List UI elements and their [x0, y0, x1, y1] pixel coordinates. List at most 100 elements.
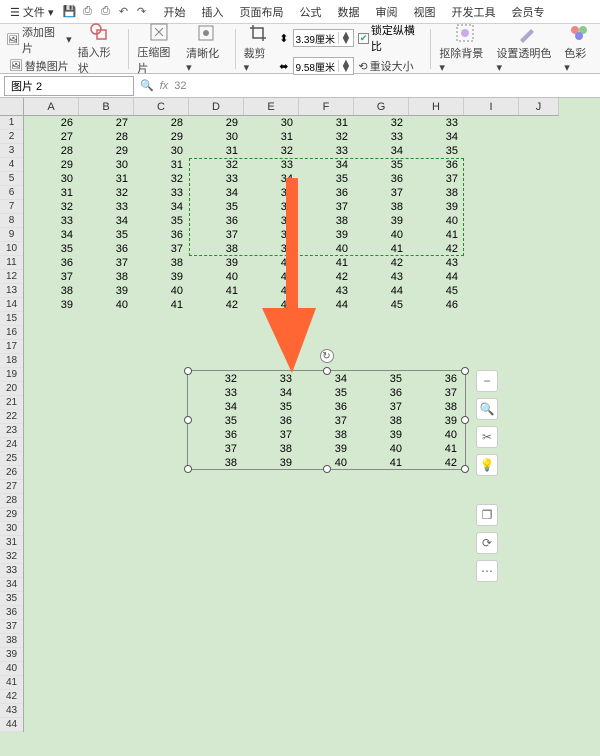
- row-header[interactable]: 6: [0, 186, 23, 200]
- cell[interactable]: [409, 522, 464, 536]
- cell[interactable]: [409, 676, 464, 690]
- cell[interactable]: [464, 116, 519, 130]
- cell[interactable]: [464, 340, 519, 354]
- cell[interactable]: 35: [79, 228, 134, 242]
- cell[interactable]: 28: [79, 130, 134, 144]
- row-header[interactable]: 43: [0, 704, 23, 718]
- cell[interactable]: 45: [354, 298, 409, 312]
- row-header[interactable]: 7: [0, 200, 23, 214]
- handle-tm[interactable]: [323, 367, 331, 375]
- cell[interactable]: [299, 564, 354, 578]
- tab-start[interactable]: 开始: [160, 2, 190, 22]
- cell[interactable]: [464, 270, 519, 284]
- cell[interactable]: 40: [299, 242, 354, 256]
- cell[interactable]: [519, 648, 574, 662]
- cell[interactable]: [299, 536, 354, 550]
- row-header[interactable]: 34: [0, 578, 23, 592]
- cell[interactable]: [244, 606, 299, 620]
- cell[interactable]: [24, 438, 79, 452]
- cell[interactable]: [464, 242, 519, 256]
- cell[interactable]: [24, 606, 79, 620]
- cell[interactable]: 28: [24, 144, 79, 158]
- cell[interactable]: [464, 312, 519, 326]
- cell[interactable]: [79, 312, 134, 326]
- cell[interactable]: [464, 592, 519, 606]
- cell[interactable]: [519, 368, 574, 382]
- cell[interactable]: [134, 634, 189, 648]
- handle-tl[interactable]: [184, 367, 192, 375]
- handle-mr[interactable]: [461, 416, 469, 424]
- cell[interactable]: 35: [189, 200, 244, 214]
- cell[interactable]: [189, 578, 244, 592]
- cell[interactable]: [519, 690, 574, 704]
- cell[interactable]: [519, 452, 574, 466]
- row-header[interactable]: 36: [0, 606, 23, 620]
- cell[interactable]: [244, 648, 299, 662]
- cell[interactable]: [409, 354, 464, 368]
- cell[interactable]: [519, 284, 574, 298]
- zoom-fx-icon[interactable]: 🔍: [140, 79, 154, 92]
- cell[interactable]: 36: [244, 200, 299, 214]
- cell[interactable]: [189, 508, 244, 522]
- cell[interactable]: [189, 634, 244, 648]
- cell[interactable]: [24, 676, 79, 690]
- row-header[interactable]: 23: [0, 424, 23, 438]
- cell[interactable]: 35: [409, 144, 464, 158]
- cell[interactable]: [244, 690, 299, 704]
- cell[interactable]: 35: [24, 242, 79, 256]
- cell[interactable]: 39: [189, 256, 244, 270]
- cell[interactable]: 38: [24, 284, 79, 298]
- width-spinner[interactable]: ▲▼: [293, 57, 355, 75]
- cell[interactable]: [464, 718, 519, 732]
- row-header[interactable]: 29: [0, 508, 23, 522]
- cell[interactable]: [244, 494, 299, 508]
- handle-bm[interactable]: [323, 465, 331, 473]
- cell[interactable]: [24, 396, 79, 410]
- col-header-G[interactable]: G: [354, 98, 409, 115]
- cell[interactable]: [464, 284, 519, 298]
- cell[interactable]: [134, 382, 189, 396]
- cell[interactable]: [464, 326, 519, 340]
- cell[interactable]: 40: [134, 284, 189, 298]
- cell[interactable]: [189, 326, 244, 340]
- cell[interactable]: [409, 718, 464, 732]
- cell[interactable]: 38: [299, 214, 354, 228]
- cell[interactable]: [79, 662, 134, 676]
- cell[interactable]: 36: [24, 256, 79, 270]
- cell[interactable]: 30: [24, 172, 79, 186]
- cell[interactable]: 39: [299, 228, 354, 242]
- cell[interactable]: 36: [354, 172, 409, 186]
- row-header[interactable]: 13: [0, 284, 23, 298]
- cell[interactable]: [409, 704, 464, 718]
- cell[interactable]: 34: [409, 130, 464, 144]
- cell[interactable]: 31: [244, 130, 299, 144]
- cell[interactable]: [244, 480, 299, 494]
- cell[interactable]: [519, 410, 574, 424]
- cell[interactable]: 31: [189, 144, 244, 158]
- cell[interactable]: [299, 550, 354, 564]
- save-icon[interactable]: 💾: [62, 4, 78, 20]
- cell[interactable]: [519, 564, 574, 578]
- cell[interactable]: [519, 200, 574, 214]
- cell[interactable]: [464, 172, 519, 186]
- cell[interactable]: [464, 480, 519, 494]
- group-tool[interactable]: ❐: [476, 504, 498, 526]
- cell[interactable]: [299, 326, 354, 340]
- cell[interactable]: [24, 424, 79, 438]
- cell[interactable]: [409, 578, 464, 592]
- cell[interactable]: 32: [299, 130, 354, 144]
- cell[interactable]: [134, 424, 189, 438]
- cell[interactable]: [79, 508, 134, 522]
- remove-bg-group[interactable]: 抠除背景 ▾: [439, 23, 490, 74]
- cell[interactable]: 43: [299, 284, 354, 298]
- cell[interactable]: 41: [299, 256, 354, 270]
- cell[interactable]: [79, 550, 134, 564]
- cell[interactable]: [189, 312, 244, 326]
- cell[interactable]: [354, 564, 409, 578]
- cell[interactable]: [519, 186, 574, 200]
- cell[interactable]: [24, 452, 79, 466]
- cell[interactable]: 41: [244, 270, 299, 284]
- cell[interactable]: 33: [244, 158, 299, 172]
- cell[interactable]: [409, 312, 464, 326]
- handle-bl[interactable]: [184, 465, 192, 473]
